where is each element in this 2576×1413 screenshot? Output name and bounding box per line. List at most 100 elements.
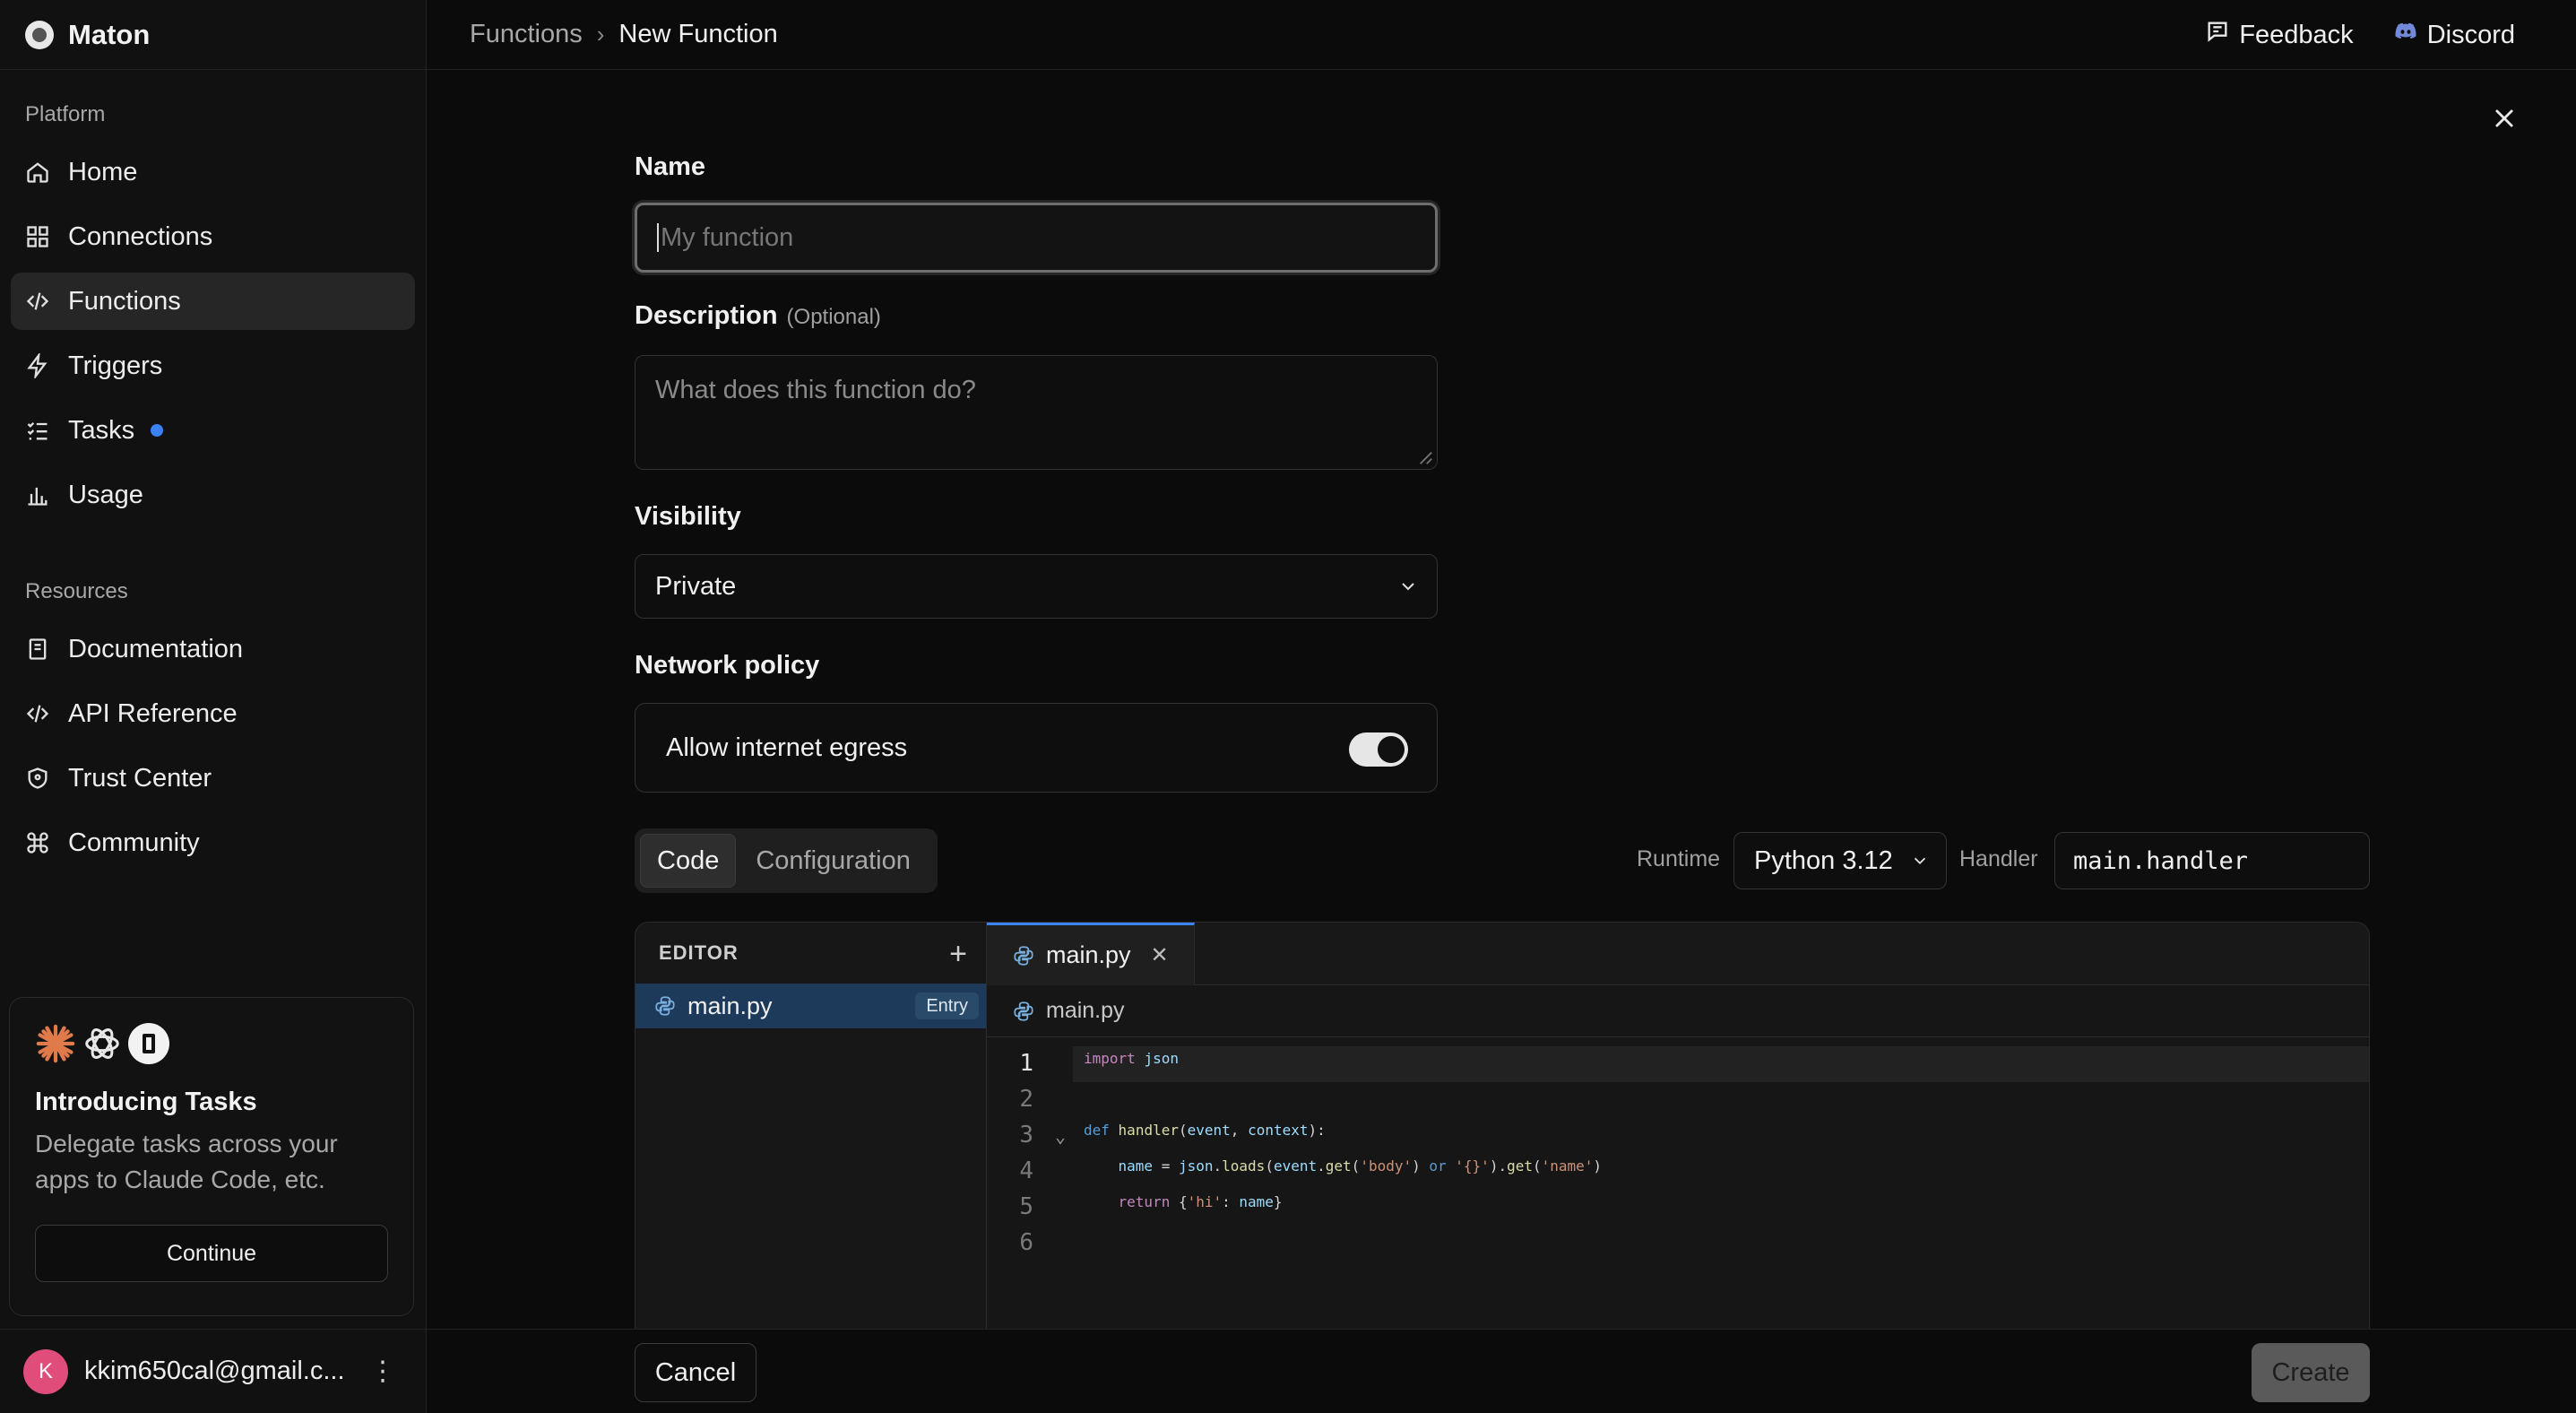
file-item-main-py[interactable]: main.py Entry <box>635 984 986 1028</box>
add-file-icon[interactable]: + <box>949 937 968 972</box>
footer-actions: Cancel Create <box>427 1329 2576 1413</box>
bolt-icon <box>25 353 50 378</box>
sidebar: Maton Platform Home Connections Function… <box>0 0 427 1413</box>
sidebar-item-tasks[interactable]: Tasks <box>11 402 415 459</box>
feedback-label: Feedback <box>2239 20 2354 49</box>
line-number: 4 <box>1019 1157 1033 1184</box>
top-actions: Feedback Discord <box>2205 0 2515 70</box>
visibility-label-text: Visibility <box>635 502 741 531</box>
egress-toggle[interactable] <box>1349 733 1408 767</box>
sidebar-item-label: API Reference <box>68 698 238 728</box>
network-policy-label: Network policy <box>635 651 819 680</box>
egress-card: Allow internet egress <box>635 703 1438 793</box>
line-number: 5 <box>1019 1193 1033 1220</box>
shield-icon <box>25 766 50 791</box>
editor-tab-main-py[interactable]: main.py ✕ <box>987 923 1195 985</box>
visibility-select[interactable]: Private <box>635 554 1438 619</box>
section-label-resources: Resources <box>25 579 128 603</box>
handler-input[interactable]: main.handler <box>2054 832 2370 889</box>
editor-tabbar: main.py ✕ <box>987 923 2369 985</box>
line-number: 1 <box>1019 1050 1033 1077</box>
resize-handle-icon[interactable] <box>1417 449 1433 465</box>
description-textarea[interactable]: What does this function do? <box>635 355 1438 470</box>
discord-label: Discord <box>2426 20 2515 49</box>
bar-chart-icon <box>25 482 50 507</box>
visibility-value: Private <box>655 571 737 601</box>
code-area[interactable]: 1 import json 2 3 ⌄ def handler(event, c… <box>987 1037 2369 1333</box>
code-icon <box>25 289 50 314</box>
code-editor: EDITOR + main.py Entry main.py ✕ main.py… <box>635 922 2370 1334</box>
close-tab-icon[interactable]: ✕ <box>1151 942 1169 968</box>
code-line-4: name = json.loads(event.get('body') or '… <box>1118 1157 1603 1175</box>
continue-button[interactable]: Continue <box>35 1225 388 1282</box>
promo-icons <box>35 1023 388 1064</box>
line-number: 3 <box>1019 1122 1033 1149</box>
sidebar-item-triggers[interactable]: Triggers <box>11 337 415 394</box>
file-name: main.py <box>687 992 773 1019</box>
user-menu[interactable]: K kkim650cal@gmail.c... ⋮ <box>0 1329 427 1413</box>
book-icon <box>25 637 50 662</box>
python-file-icon <box>655 996 675 1016</box>
code-icon <box>25 701 50 726</box>
section-label-platform: Platform <box>25 102 106 126</box>
sidebar-item-functions[interactable]: Functions <box>11 273 415 330</box>
tasks-badge-dot <box>151 424 164 437</box>
chevron-right-icon: › <box>596 21 605 48</box>
runtime-label: Runtime <box>1637 846 1721 871</box>
sidebar-item-connections[interactable]: Connections <box>11 208 415 265</box>
sidebar-item-label: Documentation <box>68 634 244 663</box>
text-caret <box>657 223 659 252</box>
breadcrumb-current: New Function <box>618 20 778 48</box>
create-button[interactable]: Create <box>2252 1343 2370 1402</box>
brand[interactable]: Maton <box>0 0 426 70</box>
network-policy-label-text: Network policy <box>635 651 820 680</box>
topbar: Functions › New Function Feedback Discor… <box>427 0 2576 70</box>
sidebar-item-label: Tasks <box>68 415 135 445</box>
name-label: Name <box>635 152 705 182</box>
maton-logo-icon <box>25 20 54 49</box>
explorer-title: EDITOR <box>659 941 739 964</box>
resources-nav: Documentation API Reference Trust Center… <box>0 620 426 871</box>
sidebar-item-label: Home <box>68 157 138 186</box>
handler-value: main.handler <box>2073 846 2249 875</box>
fold-chevron-icon[interactable]: ⌄ <box>1055 1125 1066 1147</box>
discord-link[interactable]: Discord <box>2393 19 2515 51</box>
promo-card: Introducing Tasks Delegate tasks across … <box>9 997 414 1316</box>
sidebar-item-trust-center[interactable]: Trust Center <box>11 750 415 807</box>
sidebar-item-home[interactable]: Home <box>11 143 415 201</box>
visibility-label: Visibility <box>635 502 741 532</box>
handler-label: Handler <box>1959 846 2038 871</box>
feedback-link[interactable]: Feedback <box>2205 19 2354 51</box>
sidebar-item-usage[interactable]: Usage <box>11 466 415 524</box>
editor-path: main.py <box>1046 998 1125 1023</box>
sidebar-item-documentation[interactable]: Documentation <box>11 620 415 678</box>
sidebar-item-community[interactable]: Community <box>11 814 415 871</box>
line-number: 2 <box>1019 1086 1033 1113</box>
platform-nav: Home Connections Functions Triggers Task… <box>0 143 426 524</box>
python-file-icon <box>1014 1001 1033 1021</box>
tab-configuration[interactable]: Configuration <box>739 834 927 888</box>
description-label-text: Description <box>635 301 778 330</box>
sidebar-item-label: Functions <box>68 286 181 316</box>
current-line-highlight <box>1073 1046 2369 1082</box>
description-label: Description (Optional) <box>635 301 881 331</box>
runtime-select[interactable]: Python 3.12 <box>1733 832 1947 889</box>
name-placeholder: My function <box>661 222 794 252</box>
avatar: K <box>23 1348 68 1394</box>
name-input[interactable]: My function <box>635 203 1438 273</box>
python-file-icon <box>1014 945 1033 966</box>
editor-tab-label: main.py <box>1046 941 1131 968</box>
more-vertical-icon[interactable]: ⋮ <box>369 1356 396 1387</box>
breadcrumb-functions[interactable]: Functions <box>470 20 583 49</box>
user-email: kkim650cal@gmail.c... <box>84 1357 345 1385</box>
tab-code[interactable]: Code <box>640 834 737 888</box>
name-label-text: Name <box>635 152 705 181</box>
promo-title: Introducing Tasks <box>35 1088 257 1116</box>
sidebar-item-api-reference[interactable]: API Reference <box>11 685 415 742</box>
cancel-button[interactable]: Cancel <box>635 1343 756 1402</box>
code-line-3: def handler(event, context): <box>1084 1122 1326 1139</box>
sidebar-item-label: Trust Center <box>68 763 212 793</box>
close-icon[interactable] <box>2488 102 2520 134</box>
sidebar-item-label: Connections <box>68 221 213 251</box>
code-line-1: import json <box>1084 1050 1179 1067</box>
